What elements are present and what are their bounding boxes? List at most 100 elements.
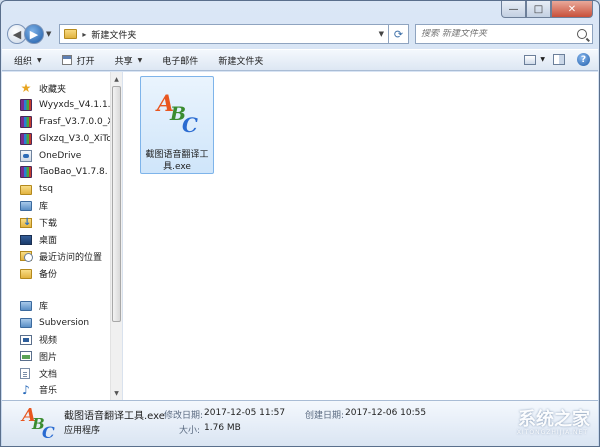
folder-icon bbox=[64, 29, 78, 39]
organize-label: 组织 bbox=[14, 56, 33, 67]
sidebar-item[interactable]: Subversion bbox=[2, 314, 110, 331]
sidebar-item-label: TaoBao_V1.7.8. bbox=[39, 167, 108, 178]
created-date-value: 2017-12-06 10:55 bbox=[345, 408, 427, 418]
sidebar-item-label: 视频 bbox=[39, 336, 58, 347]
refresh-button[interactable]: ⟳ bbox=[389, 24, 409, 44]
organize-menu[interactable]: 组织 ▼ bbox=[14, 54, 42, 67]
sidebar-item-label: 图片 bbox=[39, 352, 58, 363]
sidebar-item[interactable]: TaoBao_V1.7.8. bbox=[2, 164, 110, 181]
recent-places-icon bbox=[20, 251, 33, 263]
sidebar-item[interactable]: ♪ 音乐 bbox=[2, 382, 110, 399]
sidebar-item[interactable]: OneDrive bbox=[2, 147, 110, 164]
sidebar-item-label: 桌面 bbox=[39, 236, 58, 247]
sidebar-item[interactable]: 视频 bbox=[2, 331, 110, 348]
open-button[interactable]: 打开 bbox=[61, 54, 95, 67]
breadcrumb-separator-icon[interactable]: ▸ bbox=[82, 30, 86, 39]
video-icon bbox=[20, 334, 32, 345]
favorites-header[interactable]: ★ 收藏夹 bbox=[2, 80, 110, 97]
new-folder-button[interactable]: 新建文件夹 bbox=[218, 54, 263, 67]
folder-icon bbox=[20, 184, 32, 195]
navigation-list: ★ 收藏夹 Wyyxds_V4.1.1. Frasf_V3.7.0.0_X Glxz… bbox=[2, 80, 110, 398]
sidebar-item-label: 最近访问的位置 bbox=[39, 252, 103, 263]
file-name-label: 截图语音翻译工具.exe bbox=[145, 150, 209, 172]
library-icon bbox=[20, 300, 32, 311]
view-controls: ▼ ? bbox=[524, 53, 590, 66]
folder-icon bbox=[20, 268, 32, 279]
download-folder-icon bbox=[20, 217, 32, 228]
navigation-bar: ◀ ▶ ▼ ▸ 新建文件夹 ▼ ⟳ bbox=[7, 22, 593, 46]
sidebar-item-label: Wyyxds_V4.1.1. bbox=[39, 100, 110, 111]
new-folder-label: 新建文件夹 bbox=[218, 56, 264, 67]
favorites-header-label: 收藏夹 bbox=[39, 84, 67, 95]
sidebar-item[interactable]: 下载 bbox=[2, 214, 110, 231]
search-box[interactable] bbox=[415, 24, 593, 44]
address-bar[interactable]: ▸ 新建文件夹 ▼ bbox=[59, 24, 389, 44]
sidebar-item[interactable]: 图片 bbox=[2, 348, 110, 365]
details-pane: A B C 截图语音翻译工具.exe 应用程序 修改日期: 2017-12-05… bbox=[2, 400, 598, 446]
desktop-icon bbox=[20, 234, 32, 245]
watermark-logo: 系统之家 bbox=[518, 409, 590, 430]
sidebar-item[interactable]: tsq bbox=[2, 181, 110, 198]
picture-icon bbox=[20, 351, 32, 362]
forward-button[interactable]: ▶ bbox=[24, 24, 44, 44]
preview-pane-icon[interactable] bbox=[553, 54, 565, 65]
file-item-selected[interactable]: A B C 截图语音翻译工具.exe bbox=[140, 76, 214, 174]
music-icon: ♪ bbox=[22, 382, 30, 397]
abc-application-icon: A B C bbox=[157, 91, 198, 137]
sidebar-item-label: OneDrive bbox=[39, 150, 82, 161]
scroll-down-arrow-icon[interactable]: ▼ bbox=[111, 386, 122, 400]
file-list-area[interactable]: A B C 截图语音翻译工具.exe bbox=[123, 72, 598, 400]
search-icon[interactable] bbox=[577, 29, 587, 39]
star-icon: ★ bbox=[20, 81, 32, 96]
sidebar-item[interactable]: 最近访问的位置 bbox=[2, 248, 110, 265]
share-label: 共享 bbox=[114, 56, 133, 67]
recent-pages-dropdown[interactable]: ▼ bbox=[46, 30, 51, 38]
sidebar-item-label: tsq bbox=[39, 184, 53, 195]
rar-icon bbox=[20, 132, 32, 145]
library-icon bbox=[20, 317, 32, 328]
rar-icon bbox=[20, 115, 32, 128]
sidebar-item[interactable]: Glxzq_V3.0_XiTo bbox=[2, 130, 110, 147]
sidebar-item-label: 下载 bbox=[39, 219, 58, 230]
sidebar-item-label: 备份 bbox=[39, 269, 58, 280]
email-label: 电子邮件 bbox=[162, 56, 199, 67]
scroll-up-arrow-icon[interactable]: ▲ bbox=[111, 72, 122, 86]
open-window-icon bbox=[61, 55, 72, 65]
chevron-down-icon: ▼ bbox=[137, 56, 143, 64]
maximize-button[interactable]: □ bbox=[526, 1, 551, 18]
command-bar: 组织 ▼ 打开 共享 ▼ 电子邮件 新建文件夹 ▼ ? bbox=[2, 49, 598, 71]
minimize-button[interactable]: — bbox=[501, 1, 526, 18]
share-menu[interactable]: 共享 ▼ bbox=[115, 54, 143, 67]
close-button[interactable]: ✕ bbox=[551, 1, 593, 18]
sidebar-item[interactable]: 备份 bbox=[2, 265, 110, 282]
chevron-down-icon: ▼ bbox=[37, 56, 42, 64]
details-file-name: 截图语音翻译工具.exe bbox=[64, 411, 165, 422]
sidebar-item[interactable]: Wyyxds_V4.1.1. bbox=[2, 97, 110, 114]
navigation-scrollbar[interactable]: ▲ ▼ bbox=[110, 72, 122, 400]
email-button[interactable]: 电子邮件 bbox=[162, 54, 198, 67]
view-options-dropdown[interactable]: ▼ bbox=[540, 56, 545, 63]
navigation-pane: ★ 收藏夹 Wyyxds_V4.1.1. Frasf_V3.7.0.0_X Glxz… bbox=[2, 72, 123, 400]
search-input[interactable] bbox=[421, 29, 577, 39]
sidebar-item[interactable]: 文档 bbox=[2, 365, 110, 382]
address-dropdown[interactable]: ▼ bbox=[375, 30, 388, 38]
watermark-url: XITONGZHIJIA.NET bbox=[516, 429, 588, 436]
modified-date-value: 2017-12-05 11:57 bbox=[204, 408, 286, 418]
sidebar-item-label: Subversion bbox=[39, 317, 90, 328]
libraries-header[interactable]: 库 bbox=[2, 298, 110, 315]
sidebar-item[interactable]: Frasf_V3.7.0.0_X bbox=[2, 114, 110, 131]
abc-application-icon: A B C bbox=[22, 405, 55, 442]
help-icon[interactable]: ? bbox=[577, 53, 590, 66]
breadcrumb-current-folder[interactable]: 新建文件夹 bbox=[91, 28, 374, 41]
details-file-type: 应用程序 bbox=[64, 426, 101, 436]
change-view-icon[interactable] bbox=[524, 54, 537, 65]
modified-date-label: 修改日期: bbox=[164, 411, 204, 421]
sidebar-item[interactable]: 桌面 bbox=[2, 231, 110, 248]
size-label: 大小: bbox=[179, 426, 201, 436]
scrollbar-thumb[interactable] bbox=[112, 86, 121, 322]
sidebar-item-label: 文档 bbox=[39, 369, 58, 380]
rar-icon bbox=[20, 99, 32, 112]
sidebar-item[interactable]: 库 bbox=[2, 198, 110, 215]
main-area: ★ 收藏夹 Wyyxds_V4.1.1. Frasf_V3.7.0.0_X Glxz… bbox=[2, 72, 598, 400]
sidebar-item-label: Frasf_V3.7.0.0_X bbox=[39, 116, 110, 127]
